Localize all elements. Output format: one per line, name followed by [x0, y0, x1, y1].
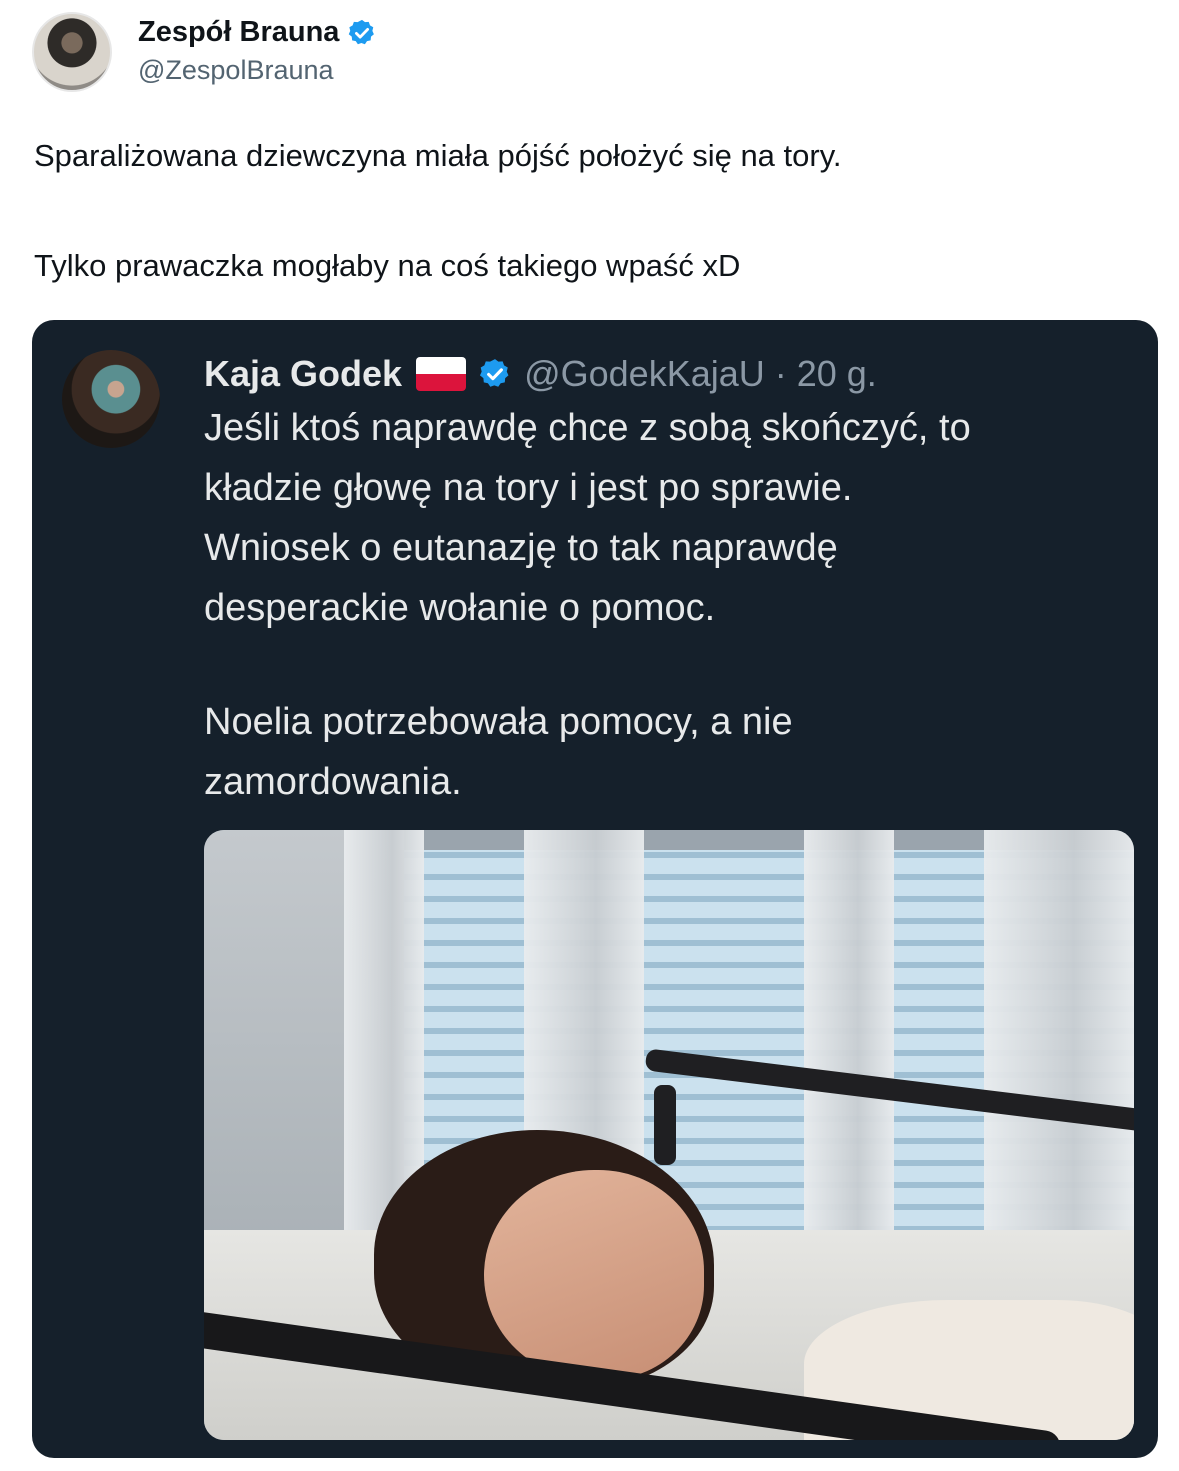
- quoted-text-line6: zamordowania.: [204, 761, 462, 803]
- outer-name-row: Zespół Brauna: [138, 16, 377, 49]
- outer-author-names: Zespół Brauna @ZespolBrauna: [138, 16, 377, 86]
- poland-flag-icon: [416, 357, 467, 391]
- outer-tweet-text-line2: Tylko prawaczka mogłaby na coś takiego w…: [34, 248, 741, 283]
- quoted-author-handle-time[interactable]: @GodekKajaU · 20 g.: [524, 353, 877, 395]
- outer-author-name[interactable]: Zespół Brauna: [138, 16, 339, 49]
- quoted-tweet-card[interactable]: Kaja Godek @GodekKajaU · 20 g. Jeśli kto…: [32, 320, 1158, 1458]
- quoted-tweet-photo[interactable]: [204, 830, 1134, 1440]
- quoted-text-line5: Noelia potrzebowała pomocy, a nie: [204, 701, 793, 743]
- photo-bed-rail-post: [654, 1085, 676, 1165]
- outer-author-handle[interactable]: @ZespolBrauna: [138, 55, 377, 86]
- quoted-text-line2: kładzie głowę na tory i jest po sprawie.: [204, 467, 853, 509]
- outer-tweet-header: Zespół Brauna @ZespolBrauna: [32, 12, 377, 92]
- photo-person-face: [484, 1170, 704, 1380]
- quoted-author-name[interactable]: Kaja Godek: [204, 353, 402, 395]
- quoted-text-line1: Jeśli ktoś naprawdę chce z sobą skończyć…: [204, 407, 971, 449]
- quoted-text-line4: desperackie wołanie o pomoc.: [204, 587, 716, 629]
- quoted-text-line3: Wniosek o eutanazję to tak naprawdę: [204, 527, 838, 569]
- outer-tweet-text-line1: Sparaliżowana dziewczyna miała pójść poł…: [34, 138, 842, 173]
- outer-author-avatar[interactable]: [32, 12, 112, 92]
- quoted-tweet-header: Kaja Godek @GodekKajaU · 20 g.: [204, 346, 1134, 402]
- quoted-author-avatar[interactable]: [62, 350, 160, 448]
- quoted-tweet-text: Jeśli ktoś naprawdę chce z sobą skończyć…: [204, 398, 1134, 812]
- verified-badge-icon: [480, 359, 509, 387]
- verified-badge-icon: [349, 19, 375, 44]
